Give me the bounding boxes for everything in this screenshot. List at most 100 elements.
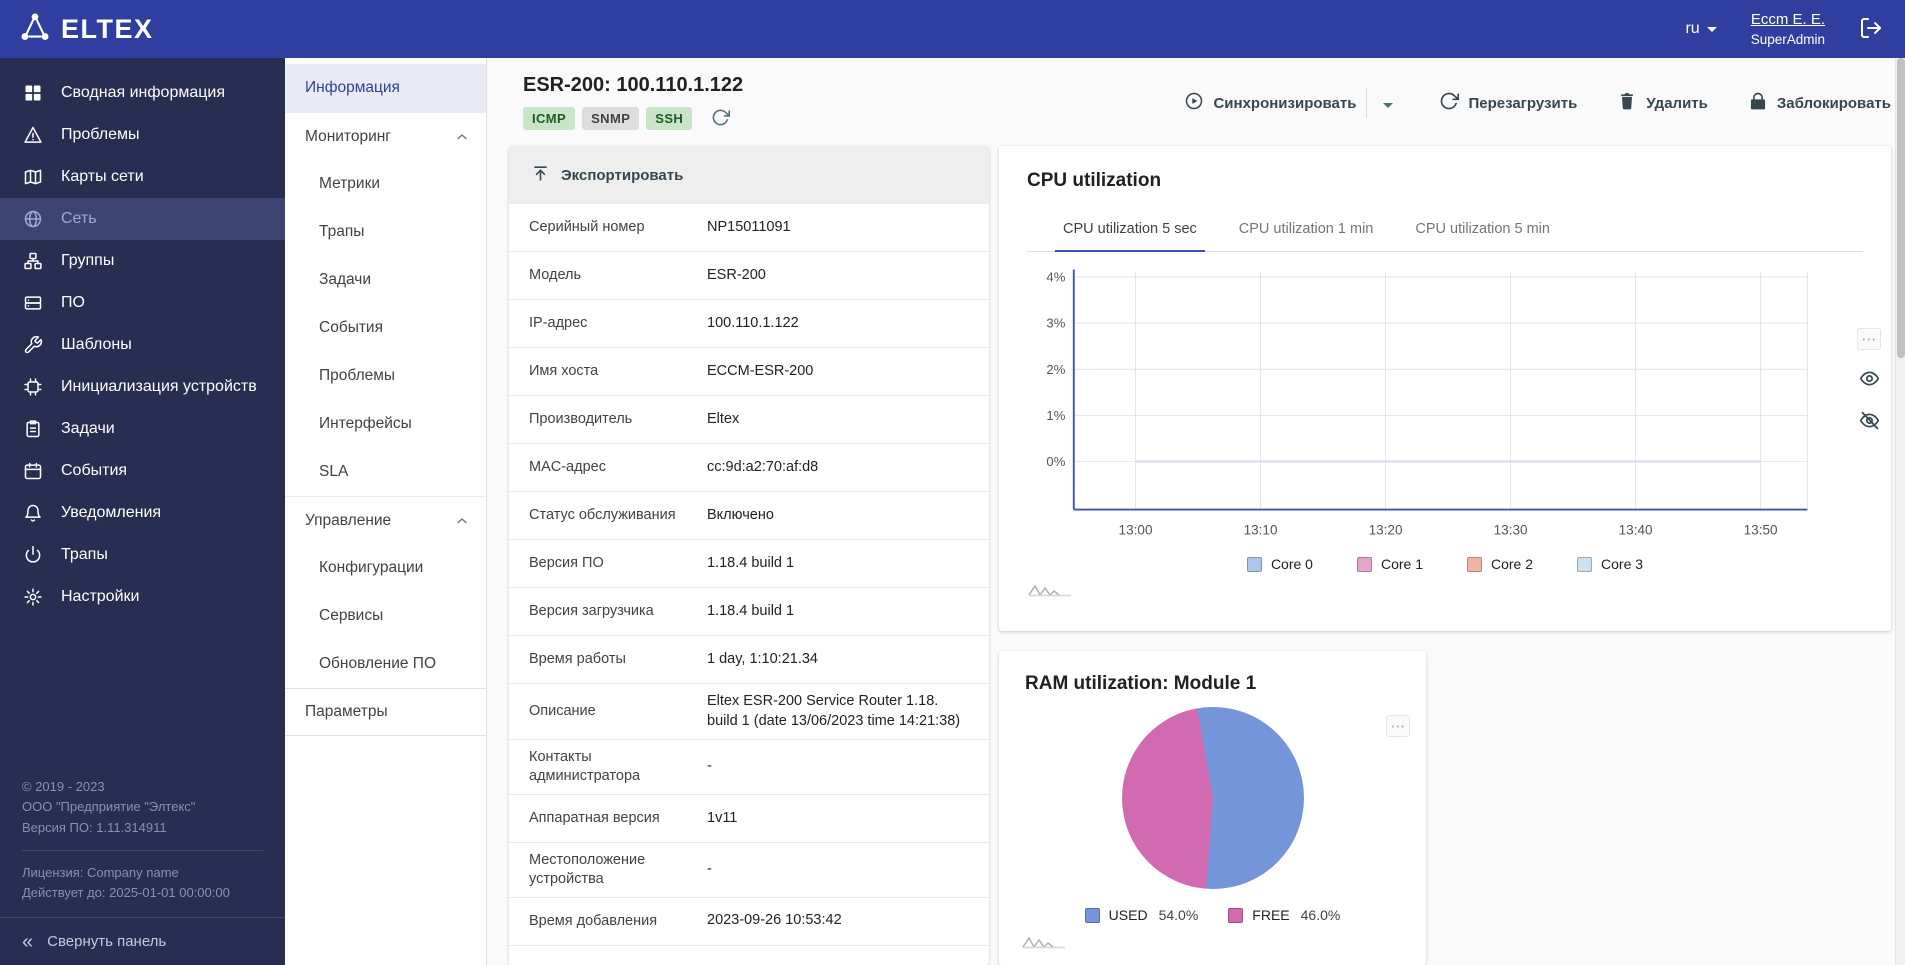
info-label: Контакты администратора — [529, 748, 697, 786]
logout-button[interactable] — [1859, 16, 1883, 43]
svg-text:0%: 0% — [1046, 454, 1065, 469]
info-label: MAC-адрес — [529, 458, 697, 477]
device-info-table: Серийный номер NP15011091 Модель ESR-200… — [509, 204, 989, 946]
sidebar-item[interactable]: Трапы — [0, 534, 285, 576]
cpu-chart-tab[interactable]: CPU utilization 5 min — [1407, 210, 1558, 251]
subnav-item[interactable]: Задачи — [285, 256, 486, 304]
subnav-item[interactable]: События — [285, 304, 486, 352]
show-all-series-button[interactable] — [1859, 368, 1880, 392]
table-row: Местоположение устройства - — [509, 843, 989, 898]
subnav-item[interactable]: SLA — [285, 448, 486, 496]
legend-item[interactable]: Core 3 — [1577, 556, 1643, 572]
ram-chart-menu-button[interactable]: ⋯ — [1386, 715, 1410, 737]
page-title: ESR-200: 100.110.1.122 — [523, 74, 743, 97]
subnav-item[interactable]: Трапы — [285, 208, 486, 256]
svg-text:13:10: 13:10 — [1244, 523, 1278, 538]
device-subnav: Информация Мониторинг Метрики Тр — [285, 58, 487, 965]
user-role: SuperAdmin — [1751, 32, 1825, 47]
sidebar-item-label: Настройки — [61, 588, 139, 606]
globe-icon — [22, 208, 44, 230]
subnav-item-label: Мониторинг — [305, 128, 391, 146]
info-value: 1v11 — [697, 809, 737, 829]
svg-text:4%: 4% — [1046, 270, 1065, 285]
subnav-item[interactable]: Мониторинг — [285, 112, 486, 160]
export-row: Экспортировать — [509, 146, 989, 204]
subnav-item[interactable]: Интерфейсы — [285, 400, 486, 448]
info-value: 1 day, 1:10:21.34 — [697, 650, 818, 670]
sidebar-item[interactable]: Задачи — [0, 408, 285, 450]
sidebar-item[interactable]: Шаблоны — [0, 324, 285, 366]
status-badge: SNMP — [582, 107, 639, 130]
zoom-preview-icon[interactable] — [1021, 932, 1067, 955]
scrollbar-thumb[interactable] — [1897, 58, 1905, 358]
cpu-chart-tab[interactable]: CPU utilization 1 min — [1231, 210, 1382, 251]
cpu-legend: Core 0 Core 1 Core 2 — [1027, 556, 1863, 572]
sidebar-item[interactable]: Настройки — [0, 576, 285, 618]
sidebar-item[interactable]: Карты сети — [0, 156, 285, 198]
subnav-item[interactable]: Информация — [285, 64, 486, 112]
subnav-item[interactable]: Сервисы — [285, 592, 486, 640]
subnav-item-label: Информация — [305, 79, 400, 97]
software-icon — [22, 292, 44, 314]
export-button[interactable]: Экспортировать — [531, 164, 683, 187]
sidebar-item-label: ПО — [61, 294, 85, 312]
info-value: - — [697, 757, 712, 777]
sidebar-item[interactable]: Группы — [0, 240, 285, 282]
user-menu[interactable]: Eccm E. E. SuperAdmin — [1751, 11, 1825, 47]
ram-legend: USED 54.0% FREE 46.0% — [1025, 907, 1400, 923]
collapse-panel-button[interactable]: « Свернуть панель — [0, 917, 285, 965]
sidebar-item[interactable]: Сеть — [0, 198, 285, 240]
sidebar-item-label: Группы — [61, 252, 114, 270]
zoom-preview-icon[interactable] — [1027, 580, 1073, 603]
license-text: Лицензия: Company name — [22, 863, 263, 883]
subnav-item[interactable]: Управление — [285, 496, 486, 544]
sidebar-item[interactable]: ПО — [0, 282, 285, 324]
table-row: Модель ESR-200 — [509, 252, 989, 300]
info-label: Время добавления — [529, 912, 697, 931]
info-value: 2023-09-26 10:53:42 — [697, 911, 842, 931]
legend-item[interactable]: Core 0 — [1247, 556, 1313, 572]
sidebar-item[interactable]: Сводная информация — [0, 72, 285, 114]
legend-item[interactable]: Core 2 — [1467, 556, 1533, 572]
subnav-item[interactable]: Конфигурации — [285, 544, 486, 592]
sidebar-item[interactable]: Инициализация устройств — [0, 366, 285, 408]
eltex-logo[interactable]: ELTEX — [18, 10, 154, 49]
language-selector[interactable]: ru — [1685, 20, 1716, 38]
subnav-item-label: Интерфейсы — [319, 415, 412, 433]
info-value: Eltex — [697, 410, 739, 430]
sidebar-item[interactable]: Уведомления — [0, 492, 285, 534]
legend-item[interactable]: Core 1 — [1357, 556, 1423, 572]
legend-swatch — [1357, 557, 1372, 572]
subnav-item[interactable]: Обновление ПО — [285, 640, 486, 688]
sidebar-item[interactable]: События — [0, 450, 285, 492]
info-value: NP15011091 — [697, 218, 791, 238]
status-badge: ICMP — [523, 107, 575, 130]
page-scrollbar[interactable] — [1895, 58, 1905, 965]
table-row: IP-адрес 100.110.1.122 — [509, 300, 989, 348]
legend-item[interactable]: FREE 46.0% — [1228, 907, 1340, 923]
charts-column: CPU utilization CPU utilization 5 sec CP… — [999, 146, 1891, 965]
synchronize-dropdown-button[interactable] — [1377, 92, 1399, 115]
block-button[interactable]: Заблокировать — [1748, 91, 1891, 115]
reboot-button[interactable]: Перезагрузить — [1439, 91, 1577, 115]
legend-item[interactable]: USED 54.0% — [1085, 907, 1199, 923]
synchronize-button[interactable]: Синхронизировать — [1184, 91, 1356, 115]
cpu-chart-tab[interactable]: CPU utilization 5 sec — [1055, 210, 1205, 252]
subnav-item-label: Проблемы — [319, 367, 395, 385]
delete-button[interactable]: Удалить — [1617, 91, 1708, 115]
export-label: Экспортировать — [561, 167, 683, 184]
subnav-item[interactable]: Метрики — [285, 160, 486, 208]
subnav-item[interactable]: Параметры — [285, 688, 486, 736]
legend-swatch — [1228, 908, 1243, 923]
hide-all-series-button[interactable] — [1859, 410, 1880, 434]
sidebar-item[interactable]: Проблемы — [0, 114, 285, 156]
user-name-link[interactable]: Eccm E. E. — [1751, 11, 1825, 28]
svg-text:13:50: 13:50 — [1744, 523, 1778, 538]
topbar: ELTEX ru Eccm E. E. SuperAdmin — [0, 0, 1905, 58]
cpu-chart-menu-button[interactable]: ⋯ — [1857, 328, 1881, 350]
cpu-card-title: CPU utilization — [1027, 170, 1863, 192]
svg-text:13:20: 13:20 — [1369, 523, 1403, 538]
subnav-item[interactable]: Проблемы — [285, 352, 486, 400]
ram-pie-chart — [1122, 707, 1304, 889]
refresh-status-button[interactable] — [711, 108, 730, 130]
